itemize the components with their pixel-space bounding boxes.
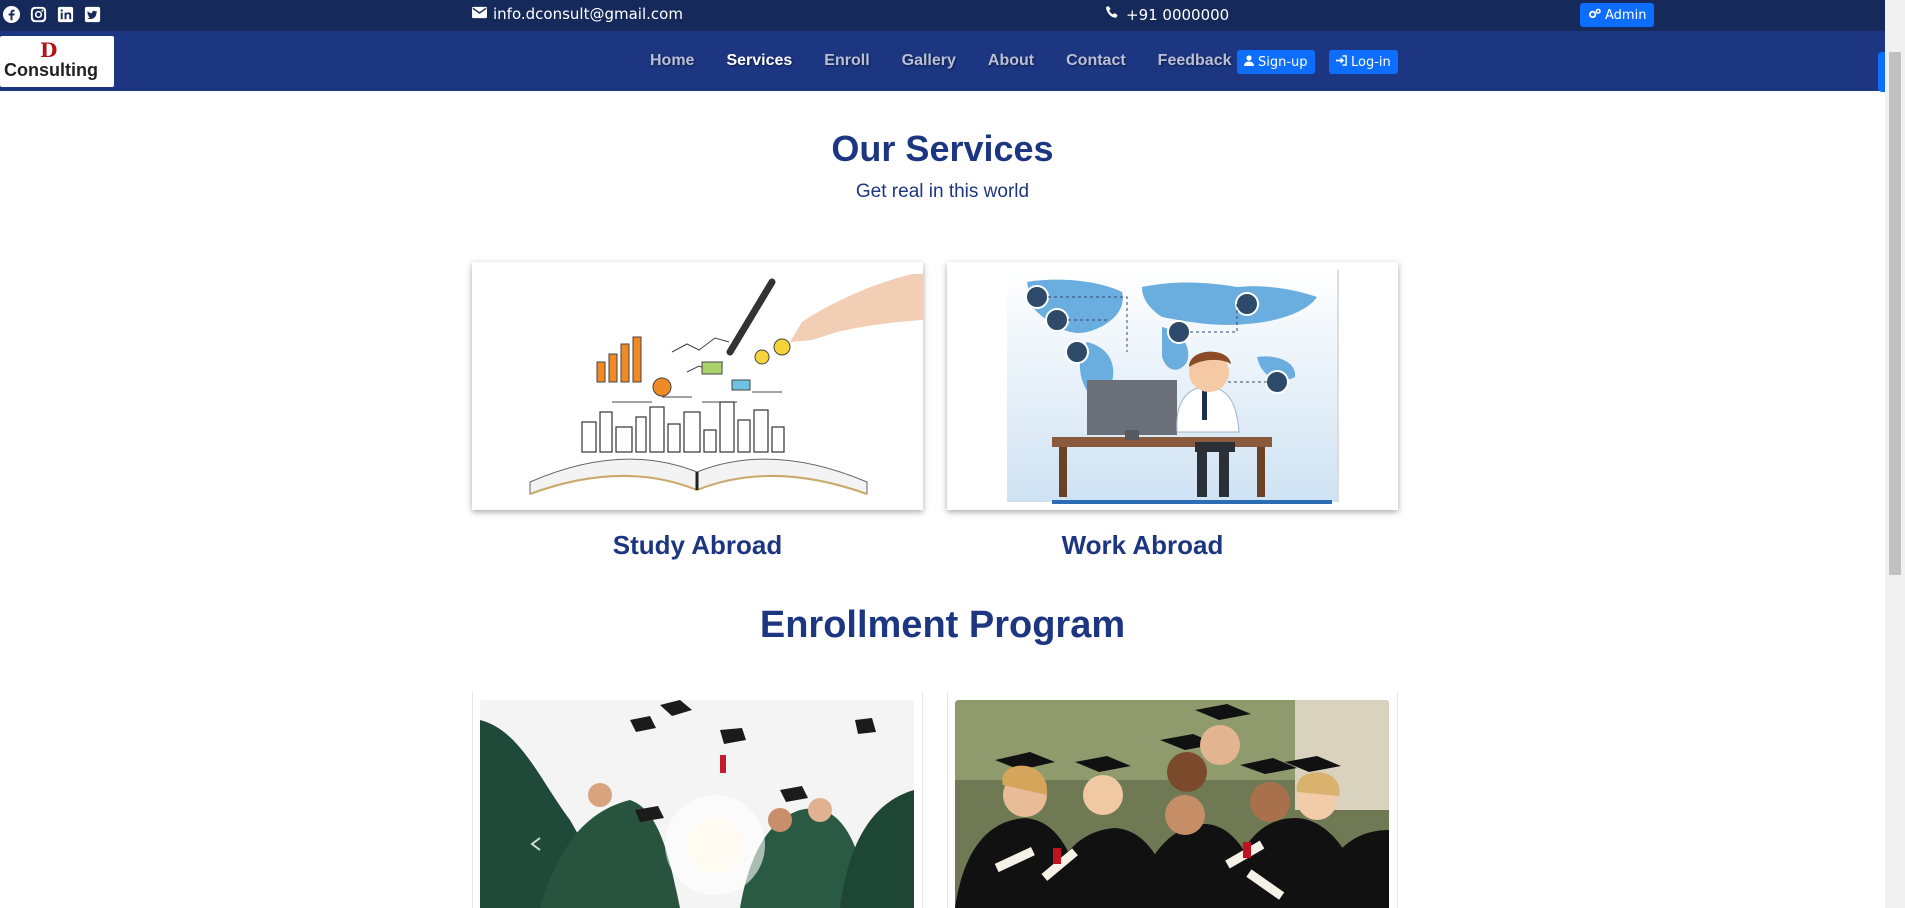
nav-item-feedback[interactable]: Feedback	[1142, 52, 1248, 70]
envelope-icon	[472, 5, 487, 23]
work-abroad-card[interactable]	[947, 262, 1398, 510]
facebook-icon[interactable]	[2, 5, 21, 24]
scrollbar-thumb[interactable]	[1889, 52, 1901, 575]
graduates-group-photo	[955, 700, 1389, 908]
contact-phone[interactable]: +91 0000000	[1105, 5, 1229, 24]
enroll-photo-graduates-celebrating[interactable]	[480, 700, 914, 908]
enrollment-heading: Enrollment Program	[759, 604, 1126, 646]
nav-item-services[interactable]: Services	[710, 52, 808, 70]
login-label: Log-in	[1351, 54, 1391, 70]
phone-icon	[1105, 5, 1120, 24]
nav-item-home[interactable]: Home	[634, 52, 710, 70]
study-abroad-illustration	[472, 262, 923, 510]
login-button[interactable]: Log-in	[1329, 50, 1398, 74]
work-abroad-illustration	[947, 262, 1398, 510]
user-icon	[1244, 54, 1254, 70]
email-text: info.dconsult@gmail.com	[493, 5, 683, 23]
contact-email[interactable]: info.dconsult@gmail.com	[472, 5, 683, 23]
logo-mark: D	[40, 38, 58, 62]
brand-logo[interactable]: D Consulting	[0, 36, 114, 87]
nav-item-gallery[interactable]: Gallery	[886, 52, 972, 70]
linkedin-icon[interactable]	[56, 5, 75, 24]
main-navbar: D Consulting Home Services Enroll Galler…	[0, 31, 1885, 91]
nav-item-about[interactable]: About	[972, 52, 1050, 70]
sign-in-icon	[1336, 54, 1347, 70]
graduates-photo	[480, 700, 914, 908]
signup-button[interactable]: Sign-up	[1237, 50, 1315, 74]
top-contact-bar: info.dconsult@gmail.com +91 0000000 Admi…	[0, 0, 1885, 31]
nav-item-contact[interactable]: Contact	[1050, 52, 1142, 70]
page-scrollbar[interactable]	[1885, 0, 1905, 908]
social-links	[2, 5, 102, 24]
twitter-icon[interactable]	[83, 5, 102, 24]
work-abroad-title[interactable]: Work Abroad	[917, 530, 1368, 561]
admin-button[interactable]: Admin	[1580, 3, 1655, 27]
nav-links: Home Services Enroll Gallery About Conta…	[634, 31, 1247, 91]
nav-item-enroll[interactable]: Enroll	[808, 52, 885, 70]
services-subtitle: Get real in this world	[855, 181, 1030, 202]
admin-label: Admin	[1605, 7, 1647, 23]
signup-label: Sign-up	[1258, 54, 1308, 70]
instagram-icon[interactable]	[29, 5, 48, 24]
services-heading: Our Services	[831, 128, 1054, 169]
phone-text: +91 0000000	[1126, 5, 1230, 24]
logo-text: Consulting	[4, 60, 98, 80]
study-abroad-card[interactable]	[472, 262, 923, 510]
study-abroad-title[interactable]: Study Abroad	[472, 530, 923, 561]
enroll-photo-graduates-group[interactable]	[955, 700, 1389, 908]
gears-icon	[1588, 8, 1601, 23]
